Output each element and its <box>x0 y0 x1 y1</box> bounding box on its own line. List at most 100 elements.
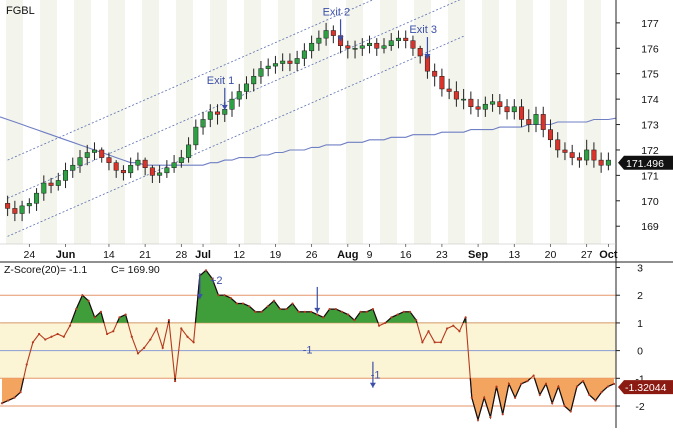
zscore-point <box>217 294 220 297</box>
exit-label: Exit 3 <box>409 24 437 36</box>
candle-body <box>243 83 249 92</box>
zscore-point <box>476 418 480 421</box>
zscore-point <box>396 313 399 316</box>
zscore-point <box>526 379 529 383</box>
x-tick-label: 13 <box>508 249 520 261</box>
price-y-tick-label: 175 <box>641 69 659 81</box>
candle-body <box>562 149 568 153</box>
candle-body <box>91 149 97 153</box>
zscore-point <box>581 379 585 383</box>
exit-label: Exit 2 <box>323 6 351 18</box>
shading-band <box>278 0 295 244</box>
candle-body <box>34 192 40 204</box>
zscore-point <box>13 396 16 399</box>
zscore-point <box>223 294 226 297</box>
candle-body <box>265 65 271 69</box>
zscore-point <box>371 307 375 311</box>
zscore-point <box>402 310 405 313</box>
zscore-point <box>167 319 171 322</box>
zscore-point <box>347 313 350 316</box>
candle-body <box>171 162 177 169</box>
candle-body <box>287 60 293 64</box>
price-y-tick-label: 176 <box>641 43 659 55</box>
price-y-tick-label: 169 <box>641 221 659 233</box>
candle-body <box>504 106 510 113</box>
zscore-point <box>544 382 548 385</box>
zscore-point <box>235 302 239 305</box>
zscore-point <box>452 324 455 327</box>
zscore-point <box>93 316 96 319</box>
zscore-point <box>44 338 47 341</box>
candle-body <box>526 119 532 125</box>
zscore-point <box>501 413 504 416</box>
candle-body <box>598 159 604 166</box>
x-tick-label: 12 <box>233 249 245 261</box>
price-y-tick-label: 174 <box>641 94 659 106</box>
zscore-point <box>600 391 603 394</box>
zscore-point <box>588 393 591 397</box>
zscore-point <box>155 327 158 330</box>
candle-body <box>12 208 18 214</box>
candle-body <box>468 98 474 107</box>
zscore-point <box>50 335 53 338</box>
candle-body <box>482 103 488 110</box>
zscore-panel-subtitle: C= 169.90 <box>111 264 160 276</box>
x-tick-label: 9 <box>367 249 373 261</box>
candle-body <box>591 149 597 161</box>
candle-body <box>258 68 264 77</box>
candle-body <box>280 60 286 64</box>
x-tick-label: 19 <box>270 249 282 261</box>
zscore-point <box>266 305 269 308</box>
shading-band <box>346 0 363 244</box>
zscore-point <box>458 330 461 333</box>
candle-body <box>453 91 459 100</box>
shading-band <box>380 0 397 244</box>
candle-body <box>251 76 257 85</box>
zscore-point <box>99 310 103 313</box>
candle-body <box>186 144 192 158</box>
x-tick-label: 16 <box>400 249 412 261</box>
zscore-point <box>612 382 616 385</box>
exit-label: Exit 1 <box>207 75 235 87</box>
shading-band <box>108 0 125 244</box>
x-tick-label: Jul <box>195 249 211 261</box>
zscore-point <box>161 346 164 349</box>
candle-body <box>77 157 83 166</box>
x-tick-label: 20 <box>545 249 557 261</box>
zscore-y-tick-label: -2 <box>635 401 644 413</box>
candle-body <box>178 157 184 163</box>
zscore-level-label: -1 <box>371 369 381 381</box>
candle-body <box>301 50 307 59</box>
zscore-y-tick-label: 2 <box>637 290 643 302</box>
zscore-point <box>483 396 486 399</box>
zscore-point <box>173 379 177 383</box>
candle-body <box>388 40 394 47</box>
candle-body <box>55 180 61 186</box>
zscore-point <box>551 402 554 405</box>
zscore-point <box>309 310 313 313</box>
zscore-point <box>557 385 560 388</box>
candle-body <box>555 139 561 151</box>
candle-body <box>70 164 76 171</box>
price-y-tick-label: 172 <box>641 145 659 157</box>
zscore-point <box>19 391 22 394</box>
zscore-point <box>489 415 492 419</box>
zscore-point <box>415 319 418 322</box>
shading-band <box>482 0 499 244</box>
zscore-point <box>513 396 517 399</box>
zscore-point <box>37 332 41 336</box>
candle-body <box>149 167 155 176</box>
candle-body <box>63 170 69 181</box>
zscore-point <box>124 313 127 316</box>
zscore-point <box>390 316 393 319</box>
candle-body <box>5 203 11 209</box>
zscore-y-tick-label: 3 <box>637 263 643 275</box>
zscore-point <box>507 382 511 385</box>
candle-body <box>164 167 170 174</box>
candle-body <box>99 149 105 158</box>
candle-body <box>113 162 119 171</box>
zscore-point <box>334 307 337 311</box>
candle-body <box>193 126 199 146</box>
zscore-level-label: -1 <box>303 344 313 356</box>
candle-body <box>215 111 221 115</box>
